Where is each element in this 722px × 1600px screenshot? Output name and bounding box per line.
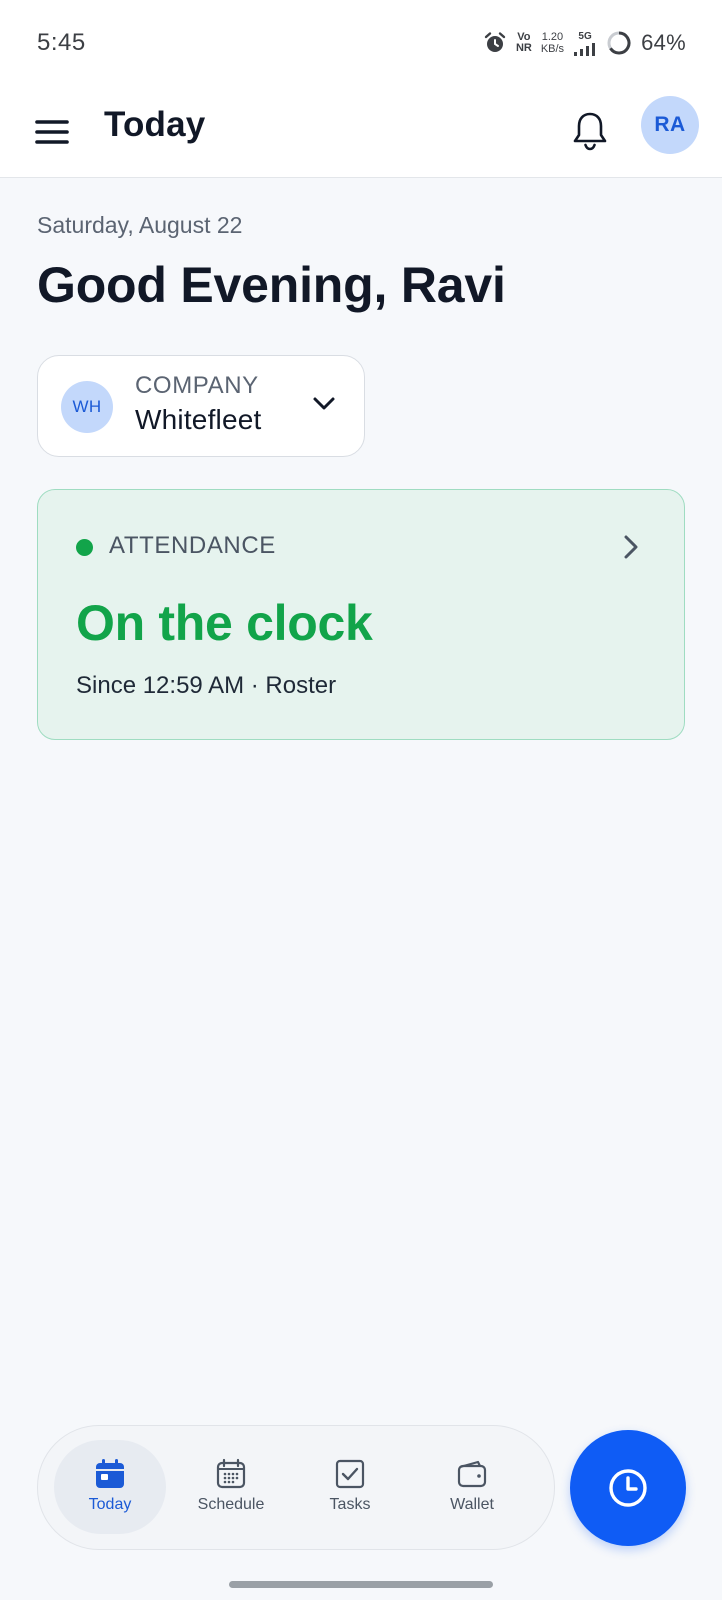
alarm-icon [484, 32, 506, 52]
nav-item-wallet[interactable]: Wallet [416, 1440, 528, 1534]
nav-item-today[interactable]: Today [54, 1440, 166, 1534]
nav-item-tasks[interactable]: Tasks [294, 1440, 406, 1534]
notifications-button[interactable] [568, 106, 612, 156]
calendar-today-icon [96, 1459, 124, 1488]
home-indicator[interactable] [229, 1581, 493, 1588]
network-speed: 1.20 KB/s [540, 31, 565, 55]
page-title: Today [104, 105, 206, 144]
checkbox-icon [335, 1459, 365, 1489]
company-badge: WH [61, 381, 113, 433]
status-dot [76, 539, 93, 556]
status-time: 5:45 [37, 29, 86, 56]
company-selector[interactable]: WH COMPANY Whitefleet [37, 355, 365, 457]
network-indicator: 5G [573, 31, 597, 56]
attendance-card[interactable]: ATTENDANCE On the clock Since 12:59 AM ·… [37, 489, 685, 740]
current-date: Saturday, August 22 [37, 212, 243, 238]
company-label: COMPANY [135, 372, 259, 399]
status-indicators: Vo NR 1.20 KB/s 5G 64% [483, 30, 686, 56]
avatar[interactable]: RA [641, 96, 699, 154]
bottom-nav: Today Schedule Tasks Wallet [37, 1425, 555, 1550]
attendance-status: On the clock [76, 595, 373, 651]
calendar-grid-icon [216, 1458, 246, 1489]
menu-button[interactable] [30, 112, 74, 152]
nav-label-today: Today [88, 1496, 132, 1513]
nav-item-schedule[interactable]: Schedule [175, 1440, 287, 1534]
attendance-since: Since 12:59 AM · Roster [76, 672, 337, 699]
wallet-icon [457, 1460, 487, 1488]
nav-label-wallet: Wallet [450, 1496, 494, 1513]
nav-label-tasks: Tasks [329, 1496, 371, 1513]
attendance-label: ATTENDANCE [109, 532, 276, 559]
menu-icon [35, 120, 69, 144]
battery-ring-icon [607, 31, 631, 55]
greeting-heading: Good Evening, Ravi [37, 257, 506, 313]
bell-icon [573, 112, 607, 151]
app-bar: Today RA [0, 86, 722, 178]
volte-indicator: Vo NR [515, 31, 532, 54]
company-name: Whitefleet [135, 404, 262, 435]
clock-icon [609, 1469, 647, 1507]
nav-label-schedule: Schedule [197, 1496, 265, 1513]
status-bar: 5:45 Vo NR 1.20 KB/s 5G 64% [0, 0, 722, 86]
chevron-right-icon [624, 535, 638, 559]
battery-percent: 64% [641, 30, 686, 55]
clock-in-out-button[interactable] [570, 1430, 686, 1546]
signal-icon [574, 42, 596, 56]
chevron-down-icon [313, 397, 335, 410]
